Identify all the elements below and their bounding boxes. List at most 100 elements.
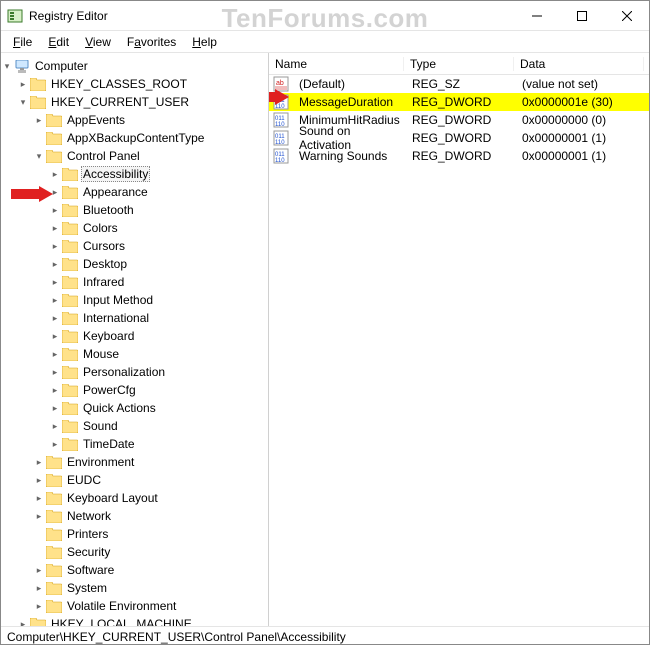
tree-hkcu-appx[interactable]: AppXBackupContentType	[1, 129, 268, 147]
tree-controlpanel-personalization[interactable]: ▸Personalization	[1, 363, 268, 381]
tree-item-label: TimeDate	[81, 437, 137, 451]
tree-hkcu-system[interactable]: ▸System	[1, 579, 268, 597]
tree-item-label: System	[65, 581, 109, 595]
tree-controlpanel-mouse[interactable]: ▸Mouse	[1, 345, 268, 363]
tree-controlpanel-powercfg[interactable]: ▸PowerCfg	[1, 381, 268, 399]
window-title: Registry Editor	[29, 9, 514, 23]
menu-view[interactable]: View	[79, 33, 117, 51]
value-type: REG_DWORD	[406, 131, 516, 145]
tree-item-label: Appearance	[81, 185, 150, 199]
folder-icon	[62, 348, 78, 361]
folder-icon	[46, 114, 62, 127]
value-type: REG_DWORD	[406, 95, 516, 109]
tree-item-label: Keyboard	[81, 329, 136, 343]
tree-hkcu-software[interactable]: ▸Software	[1, 561, 268, 579]
tree-controlpanel-timedate[interactable]: ▸TimeDate	[1, 435, 268, 453]
tree-controlpanel-inputmethod[interactable]: ▸Input Method	[1, 291, 268, 309]
value-type: REG_DWORD	[406, 149, 516, 163]
tree-item-label: Cursors	[81, 239, 127, 253]
tree-controlpanel-international[interactable]: ▸International	[1, 309, 268, 327]
tree-item-label: Quick Actions	[81, 401, 158, 415]
folder-icon	[62, 438, 78, 451]
tree-item-label: Control Panel	[65, 149, 142, 163]
folder-icon	[62, 366, 78, 379]
tree-item-label: Bluetooth	[81, 203, 136, 217]
folder-icon	[46, 474, 62, 487]
tree-item-label: Mouse	[81, 347, 121, 361]
tree-controlpanel-quickactions[interactable]: ▸Quick Actions	[1, 399, 268, 417]
tree-item-label: HKEY_CLASSES_ROOT	[49, 77, 189, 91]
tree-hkcu[interactable]: ▾HKEY_CURRENT_USER	[1, 93, 268, 111]
tree-hkcu-controlpanel[interactable]: ▾Control Panel	[1, 147, 268, 165]
tree-hkcu-volatileenvironment[interactable]: ▸Volatile Environment	[1, 597, 268, 615]
tree-hkcu-appevents[interactable]: ▸AppEvents	[1, 111, 268, 129]
tree-hkcu-security[interactable]: Security	[1, 543, 268, 561]
list-pane[interactable]: Name Type Data ab(Default)REG_SZ(value n…	[269, 53, 649, 626]
tree-root[interactable]: ▾Computer	[1, 57, 268, 75]
folder-icon	[46, 456, 62, 469]
tree-hkcu-keyboardlayout[interactable]: ▸Keyboard Layout	[1, 489, 268, 507]
tree-item-label: Network	[65, 509, 113, 523]
menu-favorites[interactable]: Favorites	[121, 33, 182, 51]
menu-help[interactable]: Help	[186, 33, 223, 51]
tree-hklm[interactable]: ▸HKEY_LOCAL_MACHINE	[1, 615, 268, 626]
list-row[interactable]: 011110MessageDurationREG_DWORD0x0000001e…	[269, 93, 649, 111]
svg-text:ab: ab	[276, 80, 284, 87]
tree-controlpanel-infrared[interactable]: ▸Infrared	[1, 273, 268, 291]
column-headers: Name Type Data	[269, 53, 649, 75]
folder-icon	[62, 312, 78, 325]
folder-icon	[30, 96, 46, 109]
close-button[interactable]	[604, 1, 649, 31]
tree-pane[interactable]: ▾Computer▸HKEY_CLASSES_ROOT▾HKEY_CURRENT…	[1, 53, 269, 626]
menu-edit[interactable]: Edit	[42, 33, 75, 51]
value-name: MessageDuration	[293, 95, 406, 109]
folder-icon	[62, 384, 78, 397]
tree-item-label: Desktop	[81, 257, 129, 271]
tree-controlpanel-colors[interactable]: ▸Colors	[1, 219, 268, 237]
tree-controlpanel-desktop[interactable]: ▸Desktop	[1, 255, 268, 273]
folder-icon	[62, 168, 78, 181]
value-name: (Default)	[293, 77, 406, 91]
col-name-header[interactable]: Name	[269, 57, 404, 71]
folder-icon	[46, 600, 62, 613]
value-name: Sound on Activation	[293, 124, 406, 152]
list-row[interactable]: 011110Sound on ActivationREG_DWORD0x0000…	[269, 129, 649, 147]
folder-icon	[62, 240, 78, 253]
value-data: (value not set)	[516, 77, 646, 91]
list-row[interactable]: ab(Default)REG_SZ(value not set)	[269, 75, 649, 93]
tree-item-label: HKEY_LOCAL_MACHINE	[49, 617, 194, 626]
tree-hkcu-environment[interactable]: ▸Environment	[1, 453, 268, 471]
folder-icon	[62, 204, 78, 217]
col-data-header[interactable]: Data	[514, 57, 644, 71]
tree-hkcu-network[interactable]: ▸Network	[1, 507, 268, 525]
list-row[interactable]: 011110Warning SoundsREG_DWORD0x00000001 …	[269, 147, 649, 165]
maximize-button[interactable]	[559, 1, 604, 31]
status-path: Computer\HKEY_CURRENT_USER\Control Panel…	[7, 630, 346, 644]
tree-controlpanel-keyboard[interactable]: ▸Keyboard	[1, 327, 268, 345]
folder-icon	[62, 294, 78, 307]
tree-item-label: Security	[65, 545, 112, 559]
tree-controlpanel-bluetooth[interactable]: ▸Bluetooth	[1, 201, 268, 219]
tree-controlpanel-sound[interactable]: ▸Sound	[1, 417, 268, 435]
folder-icon	[62, 402, 78, 415]
tree-controlpanel-cursors[interactable]: ▸Cursors	[1, 237, 268, 255]
tree-hkcr[interactable]: ▸HKEY_CLASSES_ROOT	[1, 75, 268, 93]
minimize-button[interactable]	[514, 1, 559, 31]
tree-item-label: EUDC	[65, 473, 103, 487]
menubar: File Edit View Favorites Help	[1, 31, 649, 53]
folder-icon	[30, 78, 46, 91]
col-type-header[interactable]: Type	[404, 57, 514, 71]
menu-file[interactable]: File	[7, 33, 38, 51]
tree-controlpanel-accessibility[interactable]: ▸Accessibility	[1, 165, 268, 183]
tree-item-label: HKEY_CURRENT_USER	[49, 95, 191, 109]
folder-icon	[46, 492, 62, 505]
folder-icon	[62, 330, 78, 343]
tree-hkcu-printers[interactable]: Printers	[1, 525, 268, 543]
tree-item-label: Input Method	[81, 293, 155, 307]
tree-controlpanel-appearance[interactable]: ▸Appearance	[1, 183, 268, 201]
dword-value-icon: 011110	[273, 130, 289, 146]
value-data: 0x00000001 (1)	[516, 149, 646, 163]
tree-item-label: Environment	[65, 455, 136, 469]
tree-hkcu-eudc[interactable]: ▸EUDC	[1, 471, 268, 489]
folder-icon	[62, 276, 78, 289]
